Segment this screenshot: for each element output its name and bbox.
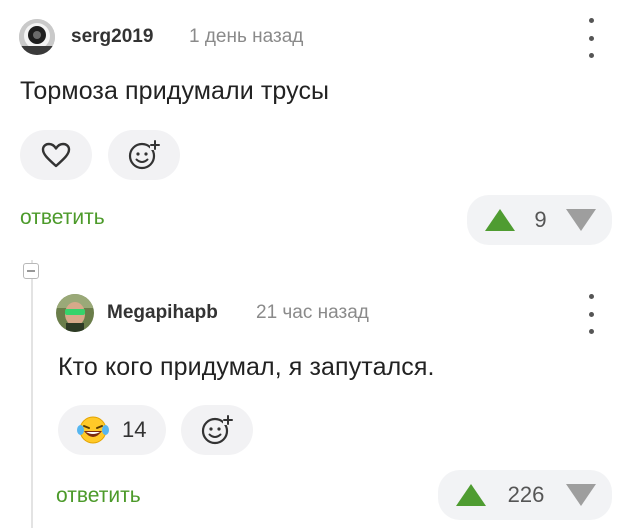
rating-count: 226 — [507, 482, 545, 507]
downvote-icon[interactable] — [566, 484, 596, 506]
comment-text: Кто кого придумал, я запутался. — [58, 353, 435, 381]
avatar[interactable] — [19, 19, 55, 55]
reply-button[interactable]: ответить — [56, 484, 141, 508]
username[interactable]: Megapihapb — [107, 302, 218, 324]
downvote-icon[interactable] — [566, 209, 596, 231]
add-emoji-icon — [201, 415, 233, 445]
laughing-emoji-icon — [77, 416, 109, 444]
reaction-count: 14 — [122, 417, 147, 442]
upvote-icon[interactable] — [456, 484, 486, 506]
like-button[interactable] — [20, 130, 92, 180]
timestamp: 1 день назад — [189, 26, 304, 47]
thread-line[interactable] — [31, 260, 33, 528]
username[interactable]: serg2019 — [71, 26, 153, 48]
collapse-icon[interactable] — [23, 263, 39, 279]
add-reaction-button[interactable] — [181, 405, 253, 455]
avatar-image — [56, 294, 94, 332]
avatar-image — [19, 19, 55, 55]
comment: serg2019 1 день назад Тормоза придумали … — [0, 0, 640, 250]
comment-text: Тормоза придумали трусы — [20, 77, 330, 105]
rating-count: 9 — [534, 207, 547, 232]
more-vertical-icon[interactable] — [586, 294, 596, 334]
timestamp: 21 час назад — [256, 302, 369, 323]
heart-icon — [41, 142, 71, 168]
reply-button[interactable]: ответить — [20, 206, 105, 230]
add-reaction-button[interactable] — [108, 130, 180, 180]
more-vertical-icon[interactable] — [586, 18, 596, 58]
rating-box: 9 — [467, 195, 612, 245]
upvote-icon[interactable] — [485, 209, 515, 231]
reply-comment: Megapihapb 21 час назад Кто кого придума… — [40, 270, 640, 528]
add-emoji-icon — [128, 140, 160, 170]
avatar[interactable] — [56, 294, 94, 332]
reaction-button[interactable]: 14 — [58, 405, 166, 455]
rating-box: 226 — [438, 470, 612, 520]
